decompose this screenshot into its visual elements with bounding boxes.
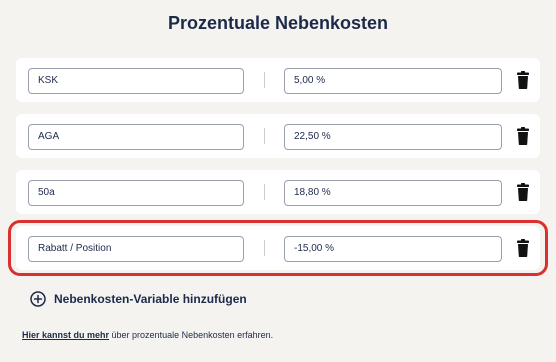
highlight-outline <box>8 220 548 276</box>
info-text-rest: über prozentuale Nebenkosten erfahren. <box>109 330 274 340</box>
cost-row: 50a 18,80 % <box>16 170 540 214</box>
field-separator <box>264 128 265 144</box>
cost-percentage-input[interactable]: 5,00 % <box>284 68 502 94</box>
trash-icon[interactable] <box>517 127 529 145</box>
field-separator <box>264 184 265 200</box>
cost-name-input[interactable]: AGA <box>28 124 244 150</box>
cost-row: KSK 5,00 % <box>16 58 540 102</box>
learn-more-link[interactable]: Hier kannst du mehr <box>22 330 109 340</box>
info-text: Hier kannst du mehr über prozentuale Neb… <box>22 330 273 340</box>
cost-percentage-input[interactable]: 18,80 % <box>284 180 502 206</box>
page-title: Prozentuale Nebenkosten <box>167 13 389 33</box>
cost-row: AGA 22,50 % <box>16 114 540 158</box>
add-cost-variable-button[interactable]: Nebenkosten-Variable hinzufügen <box>30 290 247 308</box>
trash-icon[interactable] <box>517 71 529 89</box>
trash-icon[interactable] <box>517 183 529 201</box>
add-cost-variable-label: Nebenkosten-Variable hinzufügen <box>54 292 247 306</box>
field-separator <box>264 72 265 88</box>
cost-name-input[interactable]: KSK <box>28 68 244 94</box>
plus-circle-icon <box>30 291 46 307</box>
cost-name-input[interactable]: 50a <box>28 180 244 206</box>
cost-percentage-input[interactable]: 22,50 % <box>284 124 502 150</box>
